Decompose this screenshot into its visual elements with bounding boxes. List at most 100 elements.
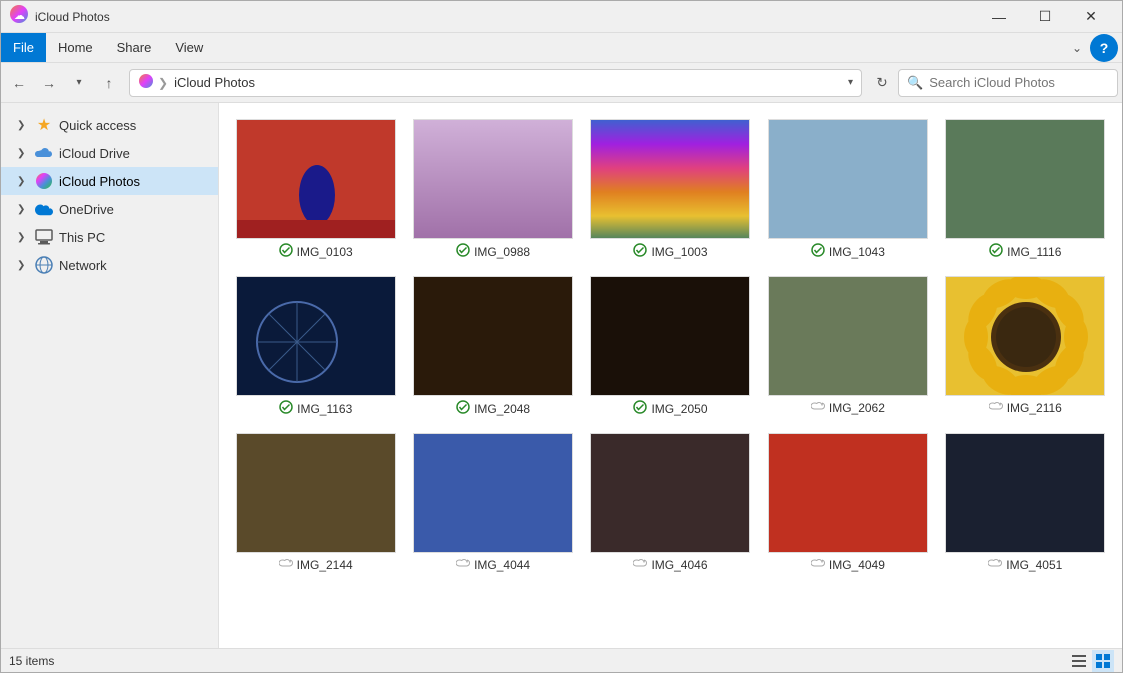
- menu-view[interactable]: View: [163, 33, 215, 62]
- photo-thumbnail: [768, 433, 928, 553]
- photo-thumbnail: [236, 276, 396, 396]
- photo-name: IMG_4051: [1006, 558, 1062, 572]
- sidebar-item-quick-access[interactable]: ❯ ★ Quick access: [1, 111, 218, 139]
- photo-item-IMG_2116[interactable]: IMG_2116: [941, 272, 1110, 421]
- expand-arrow: ❯: [17, 260, 33, 271]
- photo-name: IMG_2116: [1007, 401, 1062, 415]
- dropdown-recent-button[interactable]: ▾: [65, 69, 93, 97]
- photo-label: IMG_0988: [456, 243, 530, 260]
- maximize-button[interactable]: ☐: [1022, 1, 1068, 33]
- forward-button[interactable]: →: [35, 69, 63, 97]
- photo-thumbnail: [590, 119, 750, 239]
- sidebar-item-this-pc[interactable]: ❯ This PC: [1, 223, 218, 251]
- photo-item-IMG_1043[interactable]: IMG_1043: [763, 115, 932, 264]
- cloud-icon: [988, 557, 1002, 572]
- photo-name: IMG_4044: [474, 558, 530, 572]
- photo-label: IMG_1163: [279, 400, 352, 417]
- sidebar: ❯ ★ Quick access ❯ iCloud Drive ❯: [1, 103, 219, 648]
- minimize-button[interactable]: —: [976, 1, 1022, 33]
- photo-thumbnail: [768, 276, 928, 396]
- photo-item-IMG_4051[interactable]: IMG_4051: [941, 429, 1110, 576]
- expand-arrow: ❯: [17, 232, 33, 243]
- photo-item-IMG_2050[interactable]: IMG_2050: [586, 272, 755, 421]
- photo-item-IMG_1163[interactable]: IMG_1163: [231, 272, 400, 421]
- photo-item-IMG_1003[interactable]: IMG_1003: [586, 115, 755, 264]
- photo-item-IMG_4049[interactable]: IMG_4049: [763, 429, 932, 576]
- close-button[interactable]: ✕: [1068, 1, 1114, 33]
- refresh-button[interactable]: ↻: [868, 69, 896, 97]
- help-button[interactable]: ?: [1090, 34, 1118, 62]
- photo-item-IMG_2062[interactable]: IMG_2062: [763, 272, 932, 421]
- cloud-icon: [811, 557, 825, 572]
- sidebar-item-onedrive[interactable]: ❯ OneDrive: [1, 195, 218, 223]
- photo-grid: IMG_0103 IMG_0988 IMG_1003 IMG_1043 IMG_1116…: [219, 103, 1122, 648]
- search-icon: 🔍: [907, 75, 923, 91]
- window-title: iCloud Photos: [35, 10, 976, 24]
- sidebar-label-network: Network: [59, 258, 107, 273]
- cloud-icon: [811, 400, 825, 415]
- icon-view-button[interactable]: [1092, 650, 1114, 672]
- synced-icon: [279, 400, 293, 417]
- main-area: ❯ ★ Quick access ❯ iCloud Drive ❯: [1, 103, 1122, 648]
- back-button[interactable]: ←: [5, 69, 33, 97]
- photo-thumbnail: [590, 276, 750, 396]
- menu-home[interactable]: Home: [46, 33, 105, 62]
- search-bar[interactable]: 🔍: [898, 69, 1118, 97]
- address-dropdown-icon[interactable]: ▾: [848, 77, 853, 88]
- photo-item-IMG_0103[interactable]: IMG_0103: [231, 115, 400, 264]
- photo-name: IMG_4046: [651, 558, 707, 572]
- photo-thumbnail: [413, 433, 573, 553]
- window: ☁ iCloud Photos — ☐ ✕ File Home Share Vi…: [0, 0, 1123, 673]
- menu-bar: File Home Share View ⌄ ?: [1, 33, 1122, 63]
- photo-label: IMG_4046: [633, 557, 707, 572]
- sidebar-label-onedrive: OneDrive: [59, 202, 114, 217]
- photo-thumbnail: [236, 433, 396, 553]
- icloud-drive-icon: [35, 144, 53, 162]
- synced-icon: [279, 243, 293, 260]
- photo-name: IMG_1043: [829, 245, 885, 259]
- sidebar-label-icloud-drive: iCloud Drive: [59, 146, 130, 161]
- search-input[interactable]: [929, 75, 1109, 90]
- photo-label: IMG_2062: [811, 400, 885, 415]
- photo-item-IMG_4044[interactable]: IMG_4044: [408, 429, 577, 576]
- synced-icon: [989, 243, 1003, 260]
- photo-item-IMG_2048[interactable]: IMG_2048: [408, 272, 577, 421]
- photo-item-IMG_4046[interactable]: IMG_4046: [586, 429, 755, 576]
- sidebar-item-icloud-drive[interactable]: ❯ iCloud Drive: [1, 139, 218, 167]
- photo-item-IMG_0988[interactable]: IMG_0988: [408, 115, 577, 264]
- synced-icon: [456, 243, 470, 260]
- menu-share[interactable]: Share: [105, 33, 164, 62]
- cloud-icon: [456, 557, 470, 572]
- window-controls: — ☐ ✕: [976, 1, 1114, 33]
- photo-label: IMG_2144: [279, 557, 353, 572]
- photo-name: IMG_2144: [297, 558, 353, 572]
- this-pc-icon: [35, 228, 53, 246]
- list-view-button[interactable]: [1068, 650, 1090, 672]
- sidebar-item-icloud-photos[interactable]: ❯ iCloud Photos: [1, 167, 218, 195]
- title-bar: ☁ iCloud Photos — ☐ ✕: [1, 1, 1122, 33]
- menu-file[interactable]: File: [1, 33, 46, 62]
- svg-text:☁: ☁: [14, 10, 25, 22]
- photo-item-IMG_2144[interactable]: IMG_2144: [231, 429, 400, 576]
- sidebar-item-network[interactable]: ❯ Network: [1, 251, 218, 279]
- photo-label: IMG_1116: [989, 243, 1061, 260]
- photo-thumbnail: [413, 276, 573, 396]
- address-bar[interactable]: ❯ iCloud Photos ▾: [129, 69, 862, 97]
- expand-ribbon-icon[interactable]: ⌄: [1064, 41, 1090, 55]
- sidebar-label-quick-access: Quick access: [59, 118, 136, 133]
- photo-label: IMG_4044: [456, 557, 530, 572]
- photo-name: IMG_1116: [1007, 245, 1061, 259]
- photo-thumbnail: [236, 119, 396, 239]
- photo-name: IMG_4049: [829, 558, 885, 572]
- photo-item-IMG_1116[interactable]: IMG_1116: [941, 115, 1110, 264]
- up-button[interactable]: ↑: [95, 69, 123, 97]
- photo-thumbnail: [413, 119, 573, 239]
- photo-name: IMG_2048: [474, 402, 530, 416]
- status-bar: 15 items: [1, 648, 1122, 672]
- photo-label: IMG_4049: [811, 557, 885, 572]
- synced-icon: [633, 243, 647, 260]
- synced-icon: [633, 400, 647, 417]
- photo-thumbnail: [945, 433, 1105, 553]
- photo-thumbnail: [768, 119, 928, 239]
- expand-arrow: ❯: [17, 176, 33, 187]
